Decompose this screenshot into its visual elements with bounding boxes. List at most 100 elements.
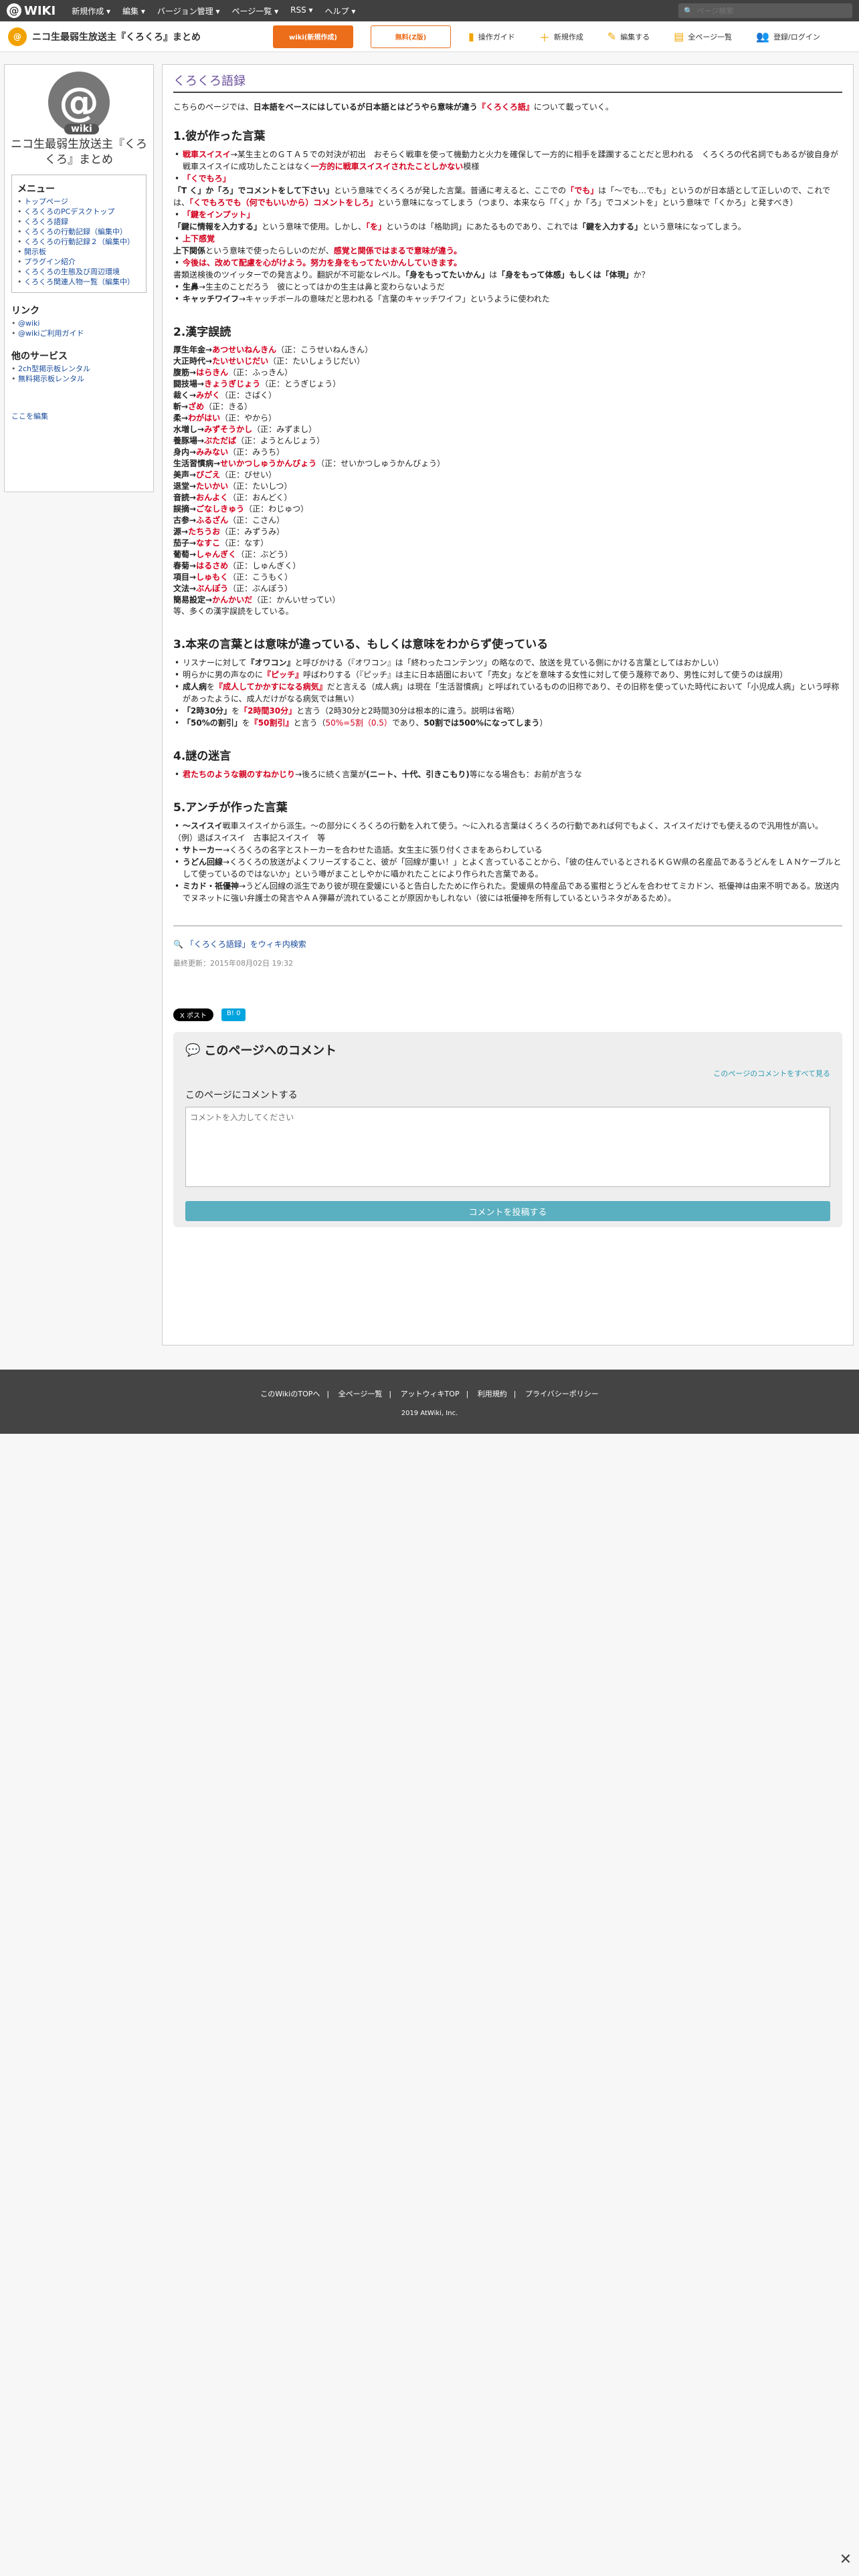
list-item: 「くでもろ」: [173, 173, 842, 185]
section-5-heading: 5.アンチが作った言葉: [173, 801, 288, 815]
book-icon: ▮: [468, 30, 474, 43]
wiki-create-button[interactable]: wiki(新規作成): [273, 25, 353, 48]
list-item: リスナーに対して『オワコン』と呼びかける（『オワコン』は「終わったコンテンツ」の…: [173, 657, 842, 669]
guide-link[interactable]: ▮ 操作ガイド: [468, 30, 515, 43]
user-icon: 👥: [756, 30, 770, 43]
pencil-icon: ✎: [607, 30, 617, 43]
sidebar-site-name: ニコ生最弱生放送主『くろくろ』まとめ: [11, 138, 147, 167]
all-comments-link[interactable]: このページのコメントをすべて見る: [185, 1068, 830, 1079]
intro-d: について載っていく。: [533, 102, 613, 112]
site-title[interactable]: ニコ生最弱生放送主『くろくろ』まとめ: [32, 30, 273, 43]
comment-submit-button[interactable]: コメントを投稿する: [185, 1201, 830, 1221]
list-item: 柔→わがはい（正：やから）: [173, 413, 277, 423]
edit-link[interactable]: ✎ 編集する: [607, 30, 650, 43]
list-item: ミカド・祇優神→うどん回線の派生であり彼が現在愛媛にいると告白したために作られた…: [173, 880, 842, 904]
list-item: 生活習慣病→せいかつしゅうかんびょう（正：せいかつしゅうかんびょう）: [173, 459, 446, 468]
list-item: 今後は、改めて配慮を心がけよう。努力を身をもってたいかんしていきます。: [173, 257, 842, 269]
sidebar: @wiki ニコ生最弱生放送主『くろくろ』まとめ メニュー トップページ くろく…: [4, 64, 154, 492]
list-item: 源→たちうお（正：みずうみ）: [173, 527, 285, 536]
link-free-board[interactable]: 無料掲示板レンタル: [11, 374, 147, 384]
list-item: 「鍵に情報を入力する」という意味で使用。しかし、「を」というのは「格助詞」にあた…: [173, 222, 746, 231]
at-icon: @: [7, 3, 21, 18]
hatena-bookmark-button[interactable]: B! 0: [221, 1008, 246, 1021]
page-search-input[interactable]: [696, 6, 844, 15]
wiki-search-label: 「くろくろ語録」をウィキ内検索: [185, 940, 306, 949]
link-atwiki[interactable]: @wiki: [11, 318, 147, 328]
nav-page-list[interactable]: ページ一覧 ▾: [232, 5, 279, 17]
list-item: 茄子→なすこ（正：なす）: [173, 538, 269, 548]
list-item: 戦車スイスイ→某生主とのＧＴＡ５での対決が初出 おそらく戦車を使って機動力と火力…: [173, 148, 842, 173]
comment-title: このページへのコメント: [204, 1044, 337, 1058]
sidebar-item-record2[interactable]: くろくろの行動記録２（編集中）: [17, 237, 140, 247]
nav-version[interactable]: バージョン管理 ▾: [157, 5, 220, 17]
login-label: 登録/ログイン: [773, 32, 820, 41]
all-pages-link[interactable]: ▤ 全ページ一覧: [674, 30, 732, 43]
list-item: （例）退ばスイスイ 古事記スイスイ 等: [173, 833, 326, 843]
nav-rss[interactable]: RSS ▾: [290, 5, 312, 17]
list-item: 「50%の割引」を『50割引』と言う（50%=5割（0.5）であり、50割では5…: [173, 717, 842, 729]
guide-label: 操作ガイド: [478, 32, 515, 41]
all-pages-label: 全ページ一覧: [688, 32, 733, 41]
list-item: 誤摘→ごなしきゅう（正：わじゅつ）: [173, 504, 309, 514]
atwiki-logo[interactable]: @ WIKI: [7, 3, 56, 18]
nav-new[interactable]: 新規作成 ▾: [72, 5, 110, 17]
new-page-link[interactable]: ＋新規作成: [539, 29, 583, 45]
footer-link-all-pages[interactable]: 全ページ一覧: [339, 1390, 383, 1398]
search-icon: 🔍: [684, 6, 693, 15]
sidebar-item-top[interactable]: トップページ: [17, 197, 140, 207]
list-item: 音読→おんよく（正：おんどく）: [173, 493, 292, 502]
close-icon[interactable]: ✕: [838, 2552, 854, 2568]
comment-heading: 💬 このページへのコメント: [185, 1041, 830, 1059]
x-post-button[interactable]: X ポスト: [173, 1008, 214, 1021]
wiki-search-link[interactable]: 🔍 「くろくろ語録」をウィキ内検索: [173, 938, 842, 950]
sidebar-item-plugin[interactable]: プラグイン紹介: [17, 257, 140, 267]
sidebar-item-people[interactable]: くろくろ関連人物一覧（編集中）: [17, 277, 140, 287]
list-item: 明らかに男の声なのに『ピッチ』呼ばわりする（『ピッチ』は主に日本語圏において「売…: [173, 669, 842, 681]
list-item: 古参→ふるざん（正：こさん）: [173, 516, 285, 525]
chat-bubble-icon: 💬: [185, 1043, 201, 1057]
wiki-logo-icon: @ wiki: [48, 72, 110, 134]
site-toolbar: @ ニコ生最弱生放送主『くろくろ』まとめ wiki(新規作成) 無料(Z版) ▮…: [0, 21, 859, 52]
list-item: サトーカー→くろくろの名字とストーカーを合わせた造語。女生主に張り付くさまをあら…: [173, 844, 842, 856]
plus-icon: ＋: [539, 31, 550, 44]
list-item: キャッチワイフ→キャッチボールの意味だと思われる「言葉のキャッチワイフ」というよ…: [173, 293, 842, 305]
free-button[interactable]: 無料(Z版): [371, 25, 451, 48]
page-title: くろくろ語録: [173, 72, 842, 93]
list-item: 春菊→はるさめ（正：しゅんぎく）: [173, 561, 301, 570]
footer-link-terms[interactable]: 利用規約: [478, 1390, 507, 1398]
sidebar-item-record1[interactable]: くろくろの行動記録（編集中）: [17, 227, 140, 237]
sidebar-item-ecology[interactable]: くろくろの生態及び周辺環境: [17, 267, 140, 277]
comment-section: 💬 このページへのコメント このページのコメントをすべて見る このページにコメント…: [173, 1032, 842, 1227]
section-1-list: 戦車スイスイ→某生主とのＧＴＡ５での対決が初出 おそらく戦車を使って機動力と火力…: [173, 148, 842, 305]
footer-link-atwiki-top[interactable]: アットウィキTOP: [401, 1390, 460, 1398]
comment-textarea[interactable]: [185, 1107, 830, 1187]
list-item: 〜スイスイ戦車スイスイから派生。〜の部分にくろくろの行動を入れて使う。〜に入れる…: [173, 820, 842, 832]
login-link[interactable]: 👥 登録/ログイン: [756, 30, 820, 43]
sidebar-menu: メニュー トップページ くろくろのPCデスクトップ くろくろ語録 くろくろの行動…: [11, 174, 147, 293]
copyright: 2019 AtWiki, Inc.: [401, 1410, 458, 1417]
nav-edit[interactable]: 編集 ▾: [122, 5, 145, 17]
footer-link-privacy[interactable]: プライバシーポリシー: [525, 1390, 599, 1398]
sidebar-item-goroku[interactable]: くろくろ語録: [17, 217, 140, 227]
sidebar-edit-link[interactable]: ここを編集: [11, 411, 147, 421]
sidebar-links: リンク @wiki @wikiご利用ガイド 他のサービス 2ch型掲示板レンタル…: [11, 304, 147, 384]
list-item: 水増し→みずそうかし（正：みずまし）: [173, 425, 317, 434]
section-2-heading: 2.漢字誤読: [173, 326, 231, 339]
intro-b: 日本語をベースにはしているが日本語とはどうやら意味が違う: [253, 102, 478, 112]
sidebar-item-desktop[interactable]: くろくろのPCデスクトップ: [17, 207, 140, 217]
footer-link-wiki-top[interactable]: このWikiのTOPへ: [260, 1390, 320, 1398]
site-icon: @: [8, 27, 27, 46]
comment-label: このページにコメントする: [185, 1090, 298, 1101]
section-3-heading: 3.本来の言葉とは意味が違っている、もしくは意味をわからず使っている: [173, 638, 549, 651]
link-2ch-board[interactable]: 2ch型掲示板レンタル: [11, 364, 147, 374]
social-buttons: X ポスト B! 0: [173, 1008, 842, 1021]
list-item: 「鍵をインプット」: [173, 209, 842, 221]
menu-heading: メニュー: [17, 183, 55, 195]
section-1-heading: 1.彼が作った言葉: [173, 130, 266, 143]
sidebar-item-board[interactable]: 開示板: [17, 247, 140, 257]
list-item: 簡易設定→かんかいだ（正：かんいせってい）: [173, 595, 341, 605]
main-content: くろくろ語録 こちらのページでは、日本語をベースにはしているが日本語とはどうやら…: [162, 64, 854, 1346]
last-updated: 最終更新：2015年08月02日 19:32: [173, 959, 294, 968]
nav-help[interactable]: ヘルプ ▾: [325, 5, 356, 17]
link-guide[interactable]: @wikiご利用ガイド: [11, 328, 147, 338]
